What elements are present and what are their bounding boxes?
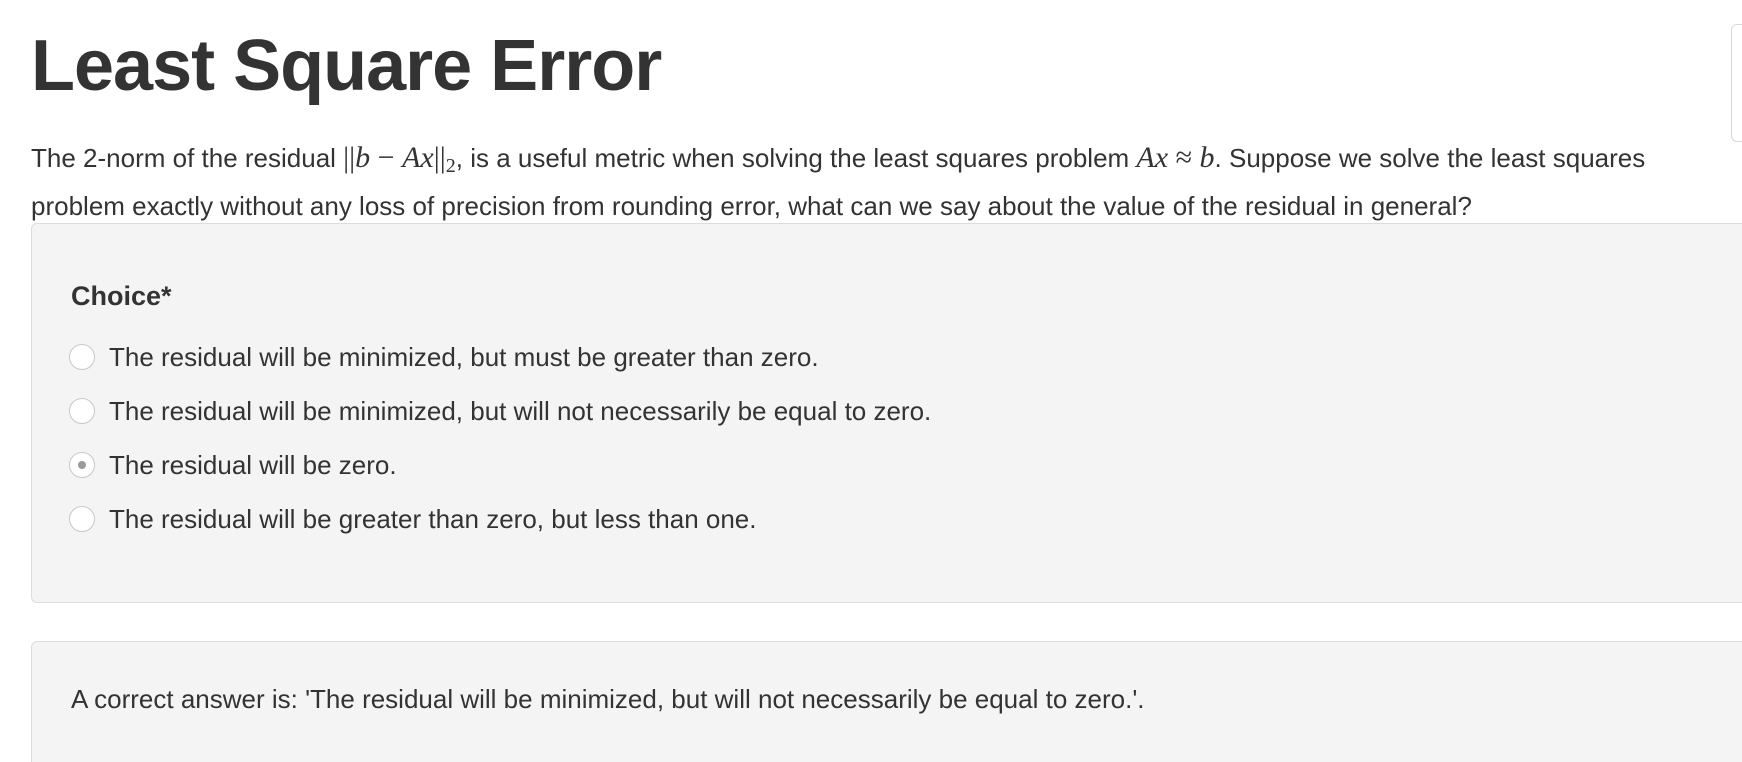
prompt-text-1: The 2-norm of the residual — [31, 143, 344, 173]
choice-label: Choice* — [71, 281, 172, 311]
eq-b: b — [1199, 141, 1215, 174]
prompt-text-2: , is a useful metric when solving the le… — [455, 143, 1137, 173]
norm-b: b — [355, 141, 371, 174]
choice-option-label: The residual will be greater than zero, … — [109, 503, 757, 534]
norm-subscript: 2 — [445, 155, 456, 177]
radio-button[interactable] — [69, 398, 95, 424]
least-squares-equation: Ax ≈ b — [1136, 141, 1214, 174]
norm-open: || — [343, 141, 356, 174]
radio-button[interactable] — [69, 452, 95, 478]
feedback-panel: A correct answer is: 'The residual will … — [31, 641, 1742, 762]
radio-button[interactable] — [69, 506, 95, 532]
choice-option[interactable]: The residual will be zero. — [69, 438, 931, 492]
radio-button[interactable] — [69, 344, 95, 370]
choice-option-label: The residual will be minimized, but must… — [109, 341, 819, 372]
choice-option[interactable]: The residual will be minimized, but will… — [69, 384, 931, 438]
side-panel-edge — [1731, 24, 1742, 142]
norm-close: || — [433, 141, 446, 174]
content-container: Least Square Error The 2-norm of the res… — [31, 0, 1742, 762]
choice-option-label: The residual will be minimized, but will… — [109, 395, 932, 426]
choice-option-label: The residual will be zero. — [109, 449, 397, 480]
eq-ax: Ax — [1136, 141, 1169, 174]
correct-answer-text: A correct answer is: 'The residual will … — [71, 684, 1145, 714]
choice-option[interactable]: The residual will be greater than zero, … — [69, 492, 931, 546]
norm-ax: Ax — [402, 141, 434, 174]
choice-option[interactable]: The residual will be minimized, but must… — [69, 330, 931, 384]
page-title: Least Square Error — [31, 26, 662, 106]
choice-panel: Choice* The residual will be minimized, … — [31, 223, 1742, 603]
question-prompt: The 2-norm of the residual ||b − Ax||2, … — [31, 138, 1711, 226]
choice-options: The residual will be minimized, but must… — [69, 330, 931, 546]
norm-minus: − — [370, 141, 403, 174]
eq-approx: ≈ — [1168, 141, 1200, 174]
residual-norm-expression: ||b − Ax||2 — [343, 141, 456, 177]
